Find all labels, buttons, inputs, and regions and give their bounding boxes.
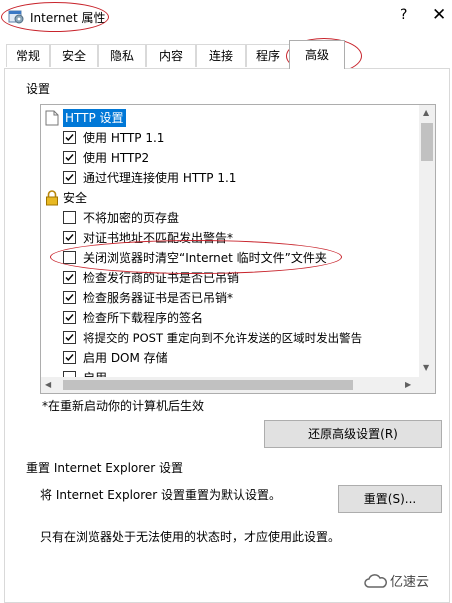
internet-options-icon [8,8,24,24]
scroll-up-arrow-icon[interactable]: ▲ [423,108,429,117]
category-label: 安全 [63,191,88,205]
checkbox[interactable] [63,251,76,264]
settings-list[interactable]: HTTP 设置 使用 HTTP 1.1 使用 HTTP2 通过代理连接使用 HT… [40,104,436,394]
option-use-http2[interactable]: 使用 HTTP2 [41,149,417,167]
reset-group-label: 重置 Internet Explorer 设置 [26,461,184,475]
scroll-left-arrow-icon[interactable]: ◀ [45,380,51,389]
horizontal-scroll-thumb[interactable] [63,380,353,390]
option-label: 检查所下载程序的签名 [83,311,204,325]
cloud-logo-icon [364,574,387,588]
settings-label: 设置 [26,82,51,96]
vertical-scrollbar[interactable]: ▲ ▼ [419,105,435,377]
option-use-http11[interactable]: 使用 HTTP 1.1 [41,129,417,147]
checkbox[interactable] [63,171,76,184]
option-empty-temp-files[interactable]: 关闭浏览器时清空“Internet 临时文件”文件夹 [41,249,417,267]
tab-content[interactable]: 内容 [146,44,196,67]
option-partially-visible[interactable]: 启用 ........... [41,369,417,377]
option-label: 使用 HTTP 1.1 [83,131,165,145]
tab-strip: 常规 安全 隐私 内容 连接 程序 高级 [0,40,452,70]
option-check-program-signature[interactable]: 检查所下载程序的签名 [41,309,417,327]
checkbox[interactable] [63,231,76,244]
lock-icon [45,190,59,206]
option-post-redirect-warning[interactable]: 将提交的 POST 重定向到不允许发送的区域时发出警告 [41,329,417,347]
option-check-server-revocation[interactable]: 检查服务器证书是否已吊销* [41,289,417,307]
option-label: 通过代理连接使用 HTTP 1.1 [83,171,237,185]
scrollbar-corner [419,377,435,393]
category-http-settings[interactable]: HTTP 设置 [41,109,417,127]
scroll-right-arrow-icon[interactable]: ▶ [405,380,411,389]
tab-privacy[interactable]: 隐私 [98,44,146,67]
category-security[interactable]: 安全 [41,189,417,207]
page-icon [45,110,59,126]
checkbox[interactable] [63,151,76,164]
title-bar: Internet 属性 ? ✕ [0,0,452,34]
option-label: 检查服务器证书是否已吊销* [83,291,234,305]
tab-advanced[interactable]: 高级 [289,40,345,69]
option-enable-dom-storage[interactable]: 启用 DOM 存储 [41,349,417,367]
option-http11-through-proxy[interactable]: 通过代理连接使用 HTTP 1.1 [41,169,417,187]
option-label: 启用 ........... [83,369,153,377]
horizontal-scrollbar[interactable]: ◀ ▶ [41,377,419,393]
scroll-down-arrow-icon[interactable]: ▼ [423,363,429,372]
checkbox[interactable] [63,311,76,324]
option-no-save-encrypted[interactable]: 不将加密的页存盘 [41,209,417,227]
tab-connections[interactable]: 连接 [196,44,246,67]
restart-note: *在重新启动你的计算机后生效 [42,399,205,413]
option-label: 关闭浏览器时清空“Internet 临时文件”文件夹 [83,251,327,265]
checkbox[interactable] [63,271,76,284]
option-label: 启用 DOM 存储 [83,351,168,365]
reset-note: 只有在浏览器处于无法使用的状态时，才应使用此设置。 [40,530,341,544]
tab-general[interactable]: 常规 [6,44,50,67]
reset-description: 将 Internet Explorer 设置重置为默认设置。 [40,488,282,502]
reset-button[interactable]: 重置(S)... [338,485,442,513]
option-check-publisher-revocation[interactable]: 检查发行商的证书是否已吊销 [41,269,417,287]
tab-security[interactable]: 安全 [50,44,98,67]
watermark-text: 亿速云 [390,575,430,590]
watermark: 亿速云 [364,570,448,592]
option-label: 将提交的 POST 重定向到不允许发送的区域时发出警告 [83,331,363,345]
option-cert-mismatch-warning[interactable]: 对证书地址不匹配发出警告* [41,229,417,247]
close-button[interactable]: ✕ [432,5,446,25]
tab-programs[interactable]: 程序 [246,44,290,67]
option-label: 使用 HTTP2 [83,151,150,165]
checkbox[interactable] [63,331,76,344]
category-label: HTTP 设置 [63,109,126,127]
help-button[interactable]: ? [400,7,407,23]
checkbox[interactable] [63,211,76,224]
restore-advanced-button[interactable]: 还原高级设置(R) [264,420,442,448]
window-title: Internet 属性 [30,11,106,25]
checkbox[interactable] [63,131,76,144]
option-label: 检查发行商的证书是否已吊销 [83,271,240,285]
checkbox[interactable] [63,351,76,364]
option-label: 不将加密的页存盘 [83,211,180,225]
checkbox[interactable] [63,291,76,304]
vertical-scroll-thumb[interactable] [421,123,433,161]
option-label: 对证书地址不匹配发出警告* [83,231,234,245]
